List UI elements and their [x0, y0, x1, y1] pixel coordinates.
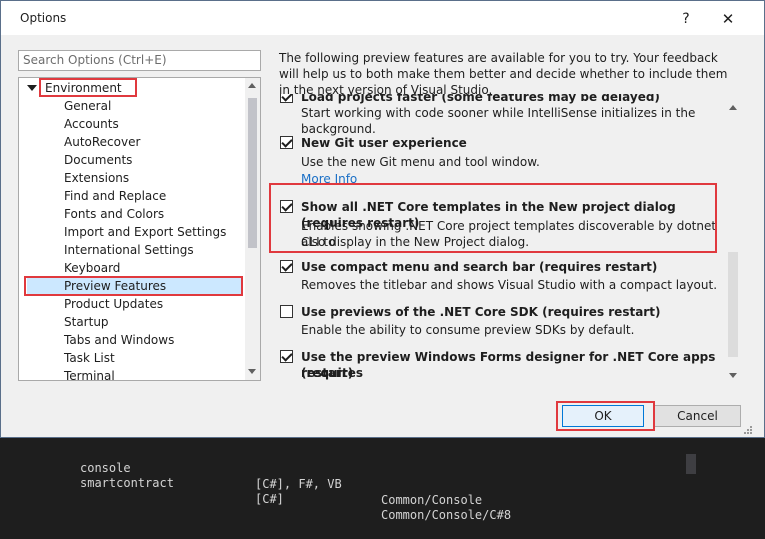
ok-button[interactable]: OK	[562, 405, 644, 427]
feature-desc: Start working with code sooner while Int…	[301, 106, 696, 136]
feature-checkbox[interactable]	[280, 94, 293, 103]
feature-new-git: New Git user experience Use the new Git …	[273, 134, 723, 186]
template-languages: [C#]	[255, 492, 284, 506]
tree-item-accounts[interactable]: Accounts	[64, 115, 119, 133]
scroll-up-icon[interactable]	[248, 83, 256, 88]
more-info-link[interactable]: More Info	[301, 171, 357, 187]
scroll-down-icon[interactable]	[729, 373, 737, 378]
features-scrollbar[interactable]	[725, 97, 741, 382]
help-button[interactable]: ?	[672, 9, 700, 29]
feature-desc: Enable the ability to consume preview SD…	[301, 323, 635, 337]
feature-checkbox[interactable]	[280, 200, 293, 213]
tree-item-import-export[interactable]: Import and Export Settings	[64, 223, 226, 241]
tree-item-preview-features[interactable]: Preview Features	[27, 277, 243, 295]
resize-grip-icon[interactable]	[741, 425, 753, 437]
options-dialog: Options ? ✕ Search Options (Ctrl+E) Envi…	[0, 0, 765, 438]
template-name: smartcontract	[80, 476, 174, 490]
feature-winforms-designer: Use the preview Windows Forms designer f…	[273, 348, 723, 384]
features-scroll-thumb[interactable]	[728, 252, 738, 357]
feature-net-core-templates: Show all .NET Core templates in the New …	[273, 198, 723, 250]
terminal-scrollbar[interactable]	[686, 454, 696, 474]
feature-title: Use previews of the .NET Core SDK (requi…	[301, 305, 661, 319]
tree-item-documents[interactable]: Documents	[64, 151, 132, 169]
terminal-row: console [C#], F#, VB Common/Console	[0, 444, 765, 507]
feature-compact-menu: Use compact menu and search bar (require…	[273, 258, 723, 294]
template-tags: Common/Console	[381, 493, 483, 507]
feature-checkbox[interactable]	[280, 305, 293, 318]
tree-item-startup[interactable]: Startup	[64, 313, 109, 331]
search-options-input[interactable]: Search Options (Ctrl+E)	[18, 50, 261, 71]
feature-title: New Git user experience	[301, 136, 467, 150]
template-tags: Common/Console/C#8	[381, 508, 512, 522]
feature-preview-sdk: Use previews of the .NET Core SDK (requi…	[273, 303, 723, 339]
tree-node-label: Environment	[45, 81, 122, 95]
tree-item-international[interactable]: International Settings	[64, 241, 194, 259]
features-pane: Load projects faster (some features may …	[273, 94, 743, 384]
terminal-row: smartcontract [C#] Common/Console/C#8	[0, 459, 765, 522]
feature-desc: also display in the New Project dialog.	[301, 235, 530, 249]
tree-scrollbar[interactable]	[245, 78, 260, 380]
preview-description: The following preview features are avail…	[279, 51, 728, 97]
tree-item-terminal[interactable]: Terminal	[64, 367, 115, 380]
cancel-button[interactable]: Cancel	[654, 405, 741, 427]
feature-checkbox[interactable]	[280, 350, 293, 363]
feature-title: Use compact menu and search bar (require…	[301, 260, 658, 274]
tree-item-general[interactable]: General	[64, 97, 111, 115]
template-languages: [C#], F#, VB	[255, 477, 342, 491]
dialog-title: Options	[20, 11, 67, 25]
tree-item-label: Preview Features	[64, 279, 167, 293]
scroll-down-icon[interactable]	[248, 369, 256, 374]
feature-load-projects: Load projects faster (some features may …	[273, 94, 723, 136]
tree-scroll-thumb[interactable]	[248, 98, 257, 248]
tree-item-keyboard[interactable]: Keyboard	[64, 259, 120, 277]
tree-item-product-updates[interactable]: Product Updates	[64, 295, 163, 313]
tree-item-fonts-and-colors[interactable]: Fonts and Colors	[64, 205, 164, 223]
feature-title: Use the preview Windows Forms designer f…	[301, 350, 716, 380]
feature-title: Load projects faster (some features may …	[301, 94, 660, 104]
title-bar: Options ? ✕	[1, 1, 764, 35]
options-tree: Environment General Accounts AutoRecover…	[18, 77, 261, 381]
terminal-output: console [C#], F#, VB Common/Console smar…	[0, 438, 765, 522]
scroll-up-icon[interactable]	[729, 105, 737, 110]
tree-item-find-and-replace[interactable]: Find and Replace	[64, 187, 166, 205]
feature-checkbox[interactable]	[280, 260, 293, 273]
tree-item-extensions[interactable]: Extensions	[64, 169, 129, 187]
close-button[interactable]: ✕	[713, 9, 743, 29]
expand-arrow-icon[interactable]	[27, 85, 37, 91]
tree-item-task-list[interactable]: Task List	[64, 349, 115, 367]
tree-node-environment[interactable]: Environment	[19, 79, 245, 97]
tree-item-tabs-and-windows[interactable]: Tabs and Windows	[64, 331, 174, 349]
feature-checkbox[interactable]	[280, 136, 293, 149]
feature-desc: Use the new Git menu and tool window.	[301, 155, 540, 169]
feature-desc: Removes the titlebar and shows Visual St…	[301, 278, 718, 292]
feature-title: restart)	[301, 366, 354, 380]
tree-item-autorecover[interactable]: AutoRecover	[64, 133, 140, 151]
